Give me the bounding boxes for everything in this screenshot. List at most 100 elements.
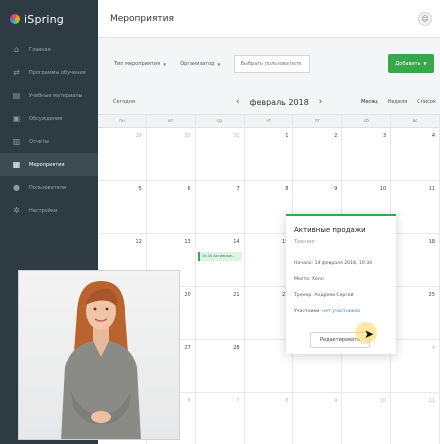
day-number: 11	[428, 186, 435, 192]
event-trainer-label: Тренер:	[294, 293, 313, 298]
event-type-filter[interactable]: Тип мероприятия ▼	[114, 61, 166, 67]
day-number: 3	[382, 133, 387, 139]
today-button[interactable]: Сегодня	[113, 99, 135, 105]
sidebar-item-3[interactable]: ▣ Обсуждения	[0, 107, 98, 130]
event-place-label: Место:	[294, 277, 311, 282]
day-cell[interactable]: 7	[196, 393, 245, 444]
presenter-video	[18, 270, 180, 440]
gear-icon: ✲	[13, 206, 20, 215]
chevron-down-icon: ▼	[163, 61, 167, 67]
month-switcher: ‹ февраль 2018 ›	[236, 97, 322, 107]
participants-link[interactable]: нет участников	[322, 309, 360, 314]
day-number: 4	[431, 345, 435, 351]
day-cell[interactable]: 1	[244, 128, 294, 181]
day-cell[interactable]: 8	[245, 393, 294, 444]
day-number: 11	[428, 398, 435, 404]
day-cell[interactable]: 6	[146, 181, 196, 234]
discussions-icon: ▣	[12, 114, 21, 123]
weekday-label: сб	[342, 115, 392, 128]
day-number: 7	[236, 186, 240, 192]
month-label: февраль 2018	[249, 97, 309, 107]
day-number: 2	[334, 133, 338, 139]
user-icon: ●	[13, 183, 20, 192]
event-chip[interactable]: 10:34 Активные...	[197, 252, 242, 261]
event-trainer: Тренер: Андреев Сергей	[294, 293, 388, 298]
day-number: 21	[233, 292, 240, 298]
sidebar-item-2[interactable]: ▤ Учебные материалы	[0, 84, 98, 107]
reports-icon: ▥	[12, 137, 21, 146]
day-number: 9	[334, 186, 338, 192]
day-cell[interactable]: 7	[195, 181, 245, 234]
view-week[interactable]: Неделя	[388, 99, 408, 105]
sidebar-item-label: Обсуждения	[29, 115, 63, 122]
sidebar-item-0[interactable]: ⌂ Главная	[0, 38, 98, 61]
day-number: 29	[135, 133, 142, 139]
sidebar-nav: ⌂ Главная ⇄ Программы обучения ▤ Учебные мате…	[0, 38, 98, 222]
event-start-label: Начало:	[294, 261, 314, 266]
day-number: 27	[184, 345, 191, 351]
user-select-input[interactable]	[234, 55, 311, 73]
sidebar-item-label: Пользователи	[29, 184, 67, 191]
add-button[interactable]: Добавить ▼	[388, 54, 434, 73]
weekday-label: чт	[245, 115, 294, 128]
day-cell[interactable]: 10	[342, 393, 392, 444]
day-cell[interactable]: 25	[391, 287, 440, 340]
logo[interactable]: iSpring	[0, 0, 98, 38]
page-title: Мероприятия	[110, 13, 174, 24]
day-cell[interactable]: 31	[195, 128, 245, 181]
calendar-nav: Сегодня ‹ февраль 2018 › Месяц Неделя Сп…	[98, 90, 440, 114]
day-cell[interactable]: 4	[391, 340, 440, 393]
day-cell[interactable]: 3	[342, 128, 392, 181]
weekday-label: пн	[98, 115, 147, 128]
day-number: 31	[233, 133, 240, 139]
day-number: 8	[285, 186, 289, 192]
view-month[interactable]: Месяц	[361, 99, 378, 105]
event-participants-label: Участники:	[294, 309, 321, 314]
day-number: 6	[187, 398, 191, 404]
logo-icon	[10, 14, 20, 24]
day-cell[interactable]: 9	[293, 393, 343, 444]
event-place-value: Холл	[311, 277, 324, 282]
day-cell[interactable]: 5	[98, 181, 147, 234]
weekday-label: пт	[293, 115, 343, 128]
filters-toolbar: Тип мероприятия ▼ Организатор ▼ Добавить…	[98, 38, 440, 90]
chevron-left-icon[interactable]: ‹	[236, 97, 240, 107]
day-number: 10	[379, 398, 387, 404]
avatar[interactable]: ☺	[418, 12, 432, 26]
day-cell[interactable]: 2	[293, 128, 343, 181]
day-number: 6	[187, 186, 191, 192]
sidebar-item-6[interactable]: ● Пользователи	[0, 176, 98, 199]
day-cell[interactable]: 14 10:34 Активные...	[195, 234, 245, 287]
sidebar-item-label: Настройки	[29, 207, 58, 214]
sidebar-item-label: Мероприятия	[29, 161, 65, 168]
organizer-filter-label: Организатор	[180, 61, 215, 67]
day-cell[interactable]: 11	[391, 181, 440, 234]
day-cell[interactable]: 18	[391, 234, 440, 287]
day-cell[interactable]: 29	[98, 128, 147, 181]
weekday-label: вт	[147, 115, 196, 128]
weekday-header: пн вт ср чт пт сб вс	[98, 115, 440, 128]
day-cell[interactable]: 21	[195, 287, 245, 340]
weekday-label: ср	[196, 115, 245, 128]
chevron-down-icon: ▼	[217, 61, 221, 67]
day-cell[interactable]: 4	[391, 128, 440, 181]
view-list[interactable]: Список	[417, 99, 436, 105]
event-title: Активные продажи	[294, 226, 366, 234]
event-type-filter-label: Тип мероприятия	[114, 61, 161, 67]
sidebar-item-label: Учебные материалы	[29, 92, 83, 99]
sidebar-item-7[interactable]: ✲ Настройки	[0, 199, 98, 222]
day-cell[interactable]: 30	[146, 128, 196, 181]
day-cell[interactable]: 28	[195, 340, 245, 393]
event-popup: Активные продажи Тренинг Начало: 14 февр…	[286, 214, 396, 354]
organizer-filter[interactable]: Организатор ▼	[180, 61, 220, 67]
day-cell[interactable]: 11	[391, 393, 440, 444]
sidebar-item-1[interactable]: ⇄ Программы обучения	[0, 61, 98, 84]
day-number: 30	[184, 133, 191, 139]
add-button-label: Добавить	[395, 60, 421, 67]
calendar-icon: ▦	[12, 160, 21, 169]
sidebar-item-5[interactable]: ▦ Мероприятия	[0, 153, 98, 176]
chevron-right-icon[interactable]: ›	[319, 97, 323, 107]
sidebar-item-4[interactable]: ▥ Отчеты	[0, 130, 98, 153]
sidebar-item-label: Программы обучения	[29, 69, 86, 76]
event-trainer-value: Андреев Сергей	[314, 293, 354, 298]
